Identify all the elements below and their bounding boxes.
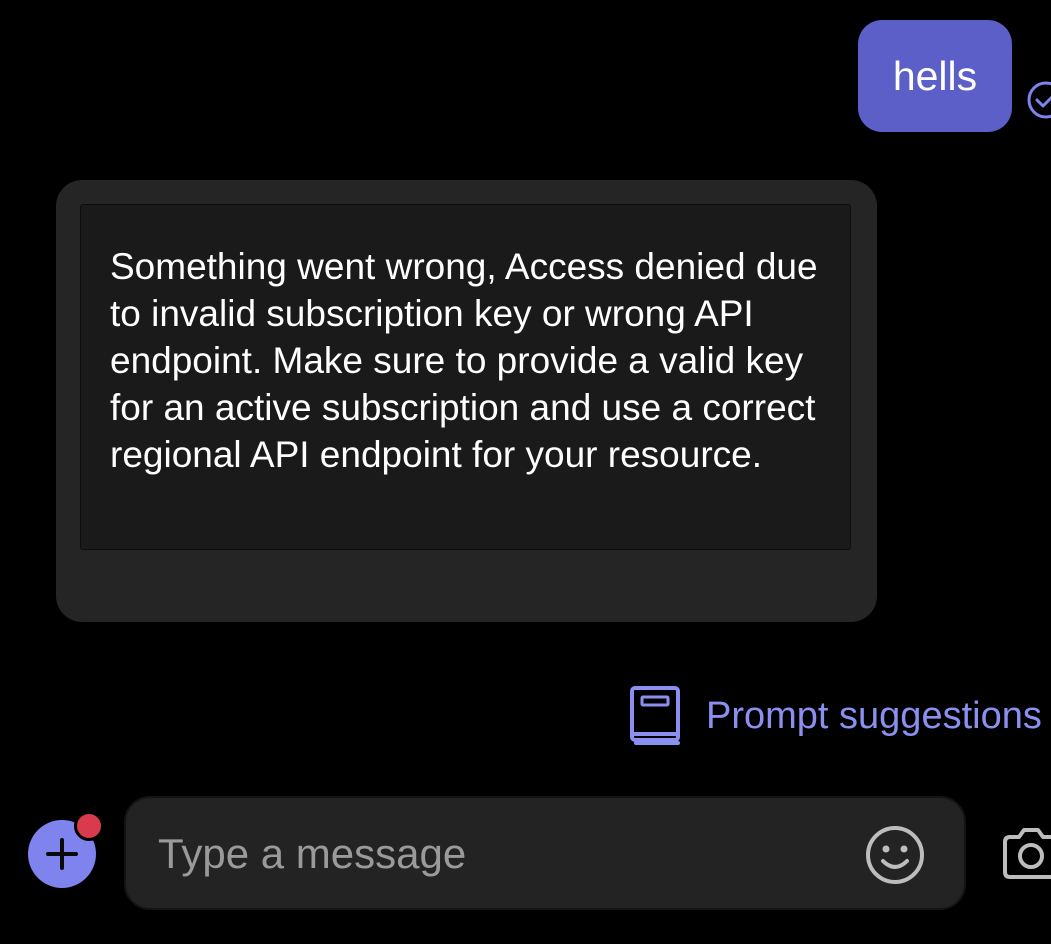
sent-check-icon xyxy=(1027,81,1051,119)
prompt-suggestions-button[interactable]: Prompt suggestions xyxy=(628,684,1042,748)
emoji-icon[interactable] xyxy=(864,824,926,886)
camera-icon[interactable] xyxy=(1001,824,1051,882)
incoming-message-text: Something went wrong, Access denied due … xyxy=(110,246,818,475)
message-input[interactable] xyxy=(158,824,838,884)
plus-icon xyxy=(46,838,78,870)
error-message-panel: Something went wrong, Access denied due … xyxy=(80,204,851,550)
book-icon xyxy=(630,686,680,745)
outgoing-message-bubble[interactable]: hells xyxy=(858,20,1012,132)
notification-badge xyxy=(74,811,104,841)
incoming-message-card[interactable]: Something went wrong, Access denied due … xyxy=(56,180,877,622)
outgoing-message-text: hells xyxy=(892,52,978,99)
prompt-suggestions-label: Prompt suggestions xyxy=(706,694,1042,737)
message-composer xyxy=(124,796,966,910)
